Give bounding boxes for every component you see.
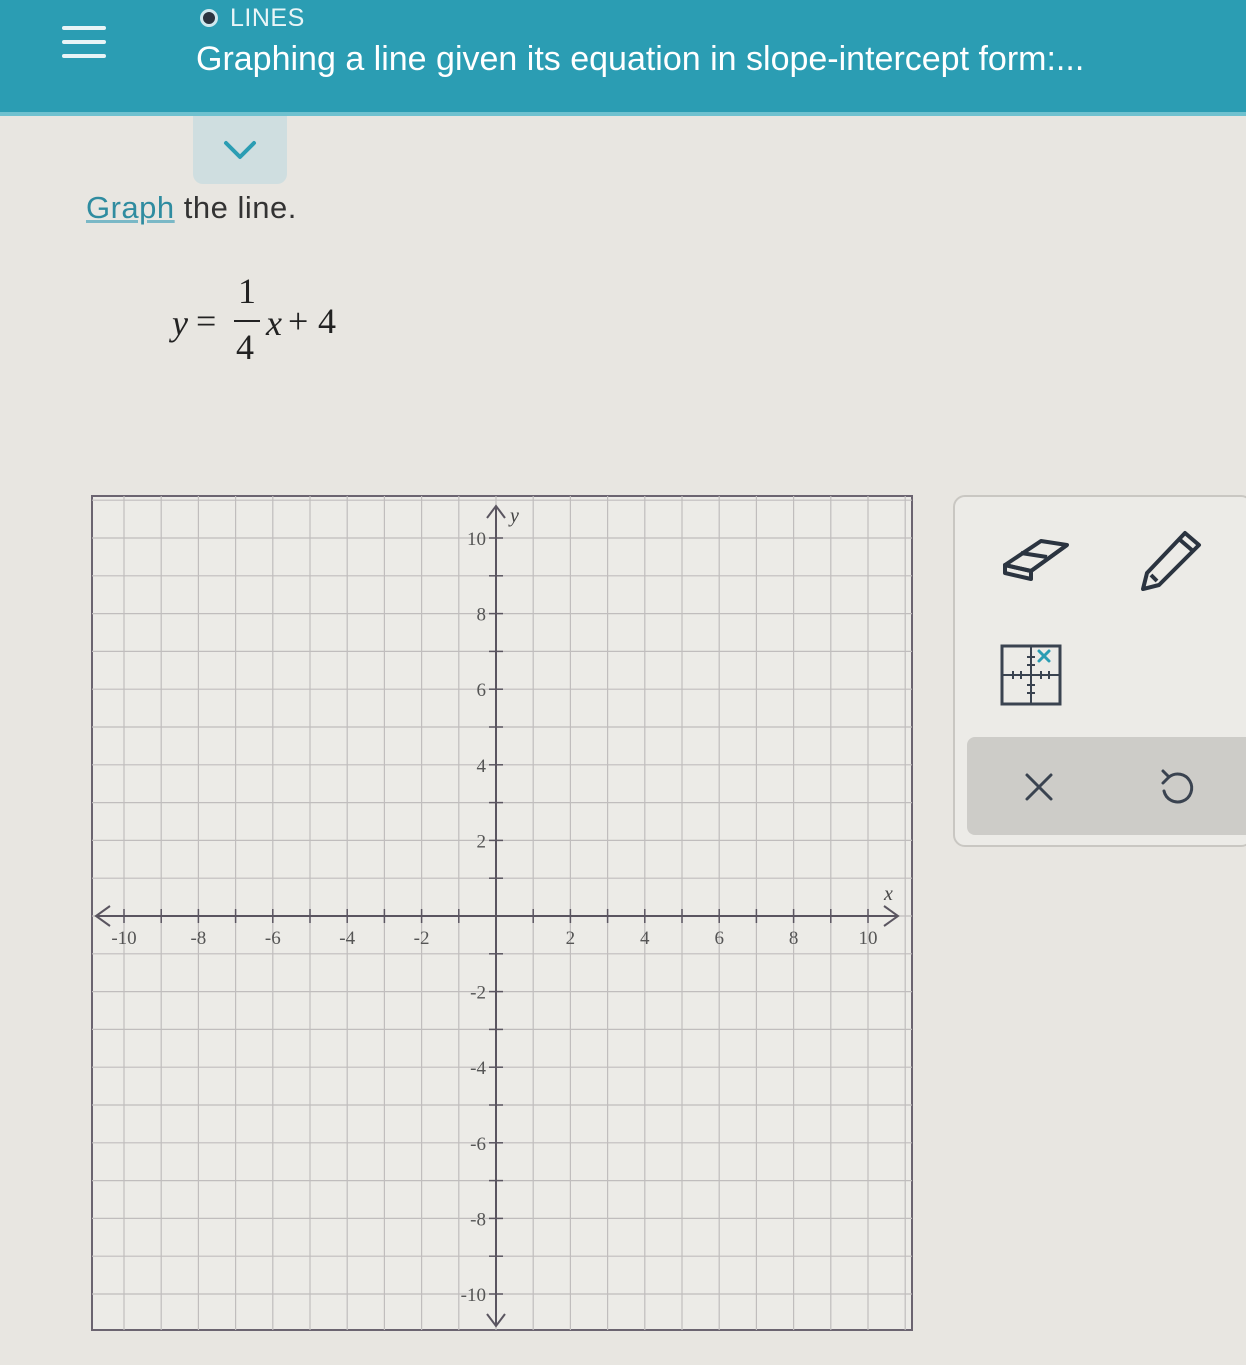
x-tick-label: 10: [859, 928, 878, 949]
topic-status-dot: [200, 9, 218, 27]
prompt-text: the line.: [174, 190, 297, 225]
y-tick-label: -8: [470, 1209, 486, 1230]
topic-label: LINES: [230, 3, 305, 32]
y-tick-label: 8: [477, 605, 487, 626]
y-tick-label: -6: [470, 1134, 486, 1155]
menu-icon[interactable]: [62, 26, 106, 62]
y-tick-label: 4: [477, 756, 487, 777]
x-axis-label: x: [883, 883, 893, 905]
pencil-tool-button[interactable]: [1137, 523, 1207, 598]
equation-variable: x: [266, 303, 282, 343]
y-tick-label: 2: [477, 831, 487, 852]
chevron-down-icon: [224, 141, 256, 159]
y-tick-label: 6: [477, 680, 487, 701]
point-grid-icon: [1000, 644, 1062, 706]
point-tool-button[interactable]: [999, 643, 1063, 712]
eraser-tool-button[interactable]: [1001, 529, 1073, 590]
topic-breadcrumb: LINES: [200, 4, 305, 32]
undo-button[interactable]: [1155, 765, 1199, 809]
header-bar: LINES Graphing a line given its equation…: [0, 0, 1246, 116]
x-tick-label: -10: [111, 928, 136, 949]
x-tick-label: -8: [190, 928, 206, 949]
equation-equals: =: [196, 301, 217, 341]
equation-numerator: 1: [238, 271, 256, 311]
question-prompt: Graph the line.: [86, 190, 297, 226]
y-tick-label: -10: [461, 1285, 486, 1306]
graph-area[interactable]: -10 -8 -6 -4 -2 2 4 6 8 10 10 8 6 4 2 -2 -4 -6 -8 -10 x y: [84, 492, 918, 1334]
x-tick-label: 4: [640, 928, 650, 949]
coordinate-plane[interactable]: -10 -8 -6 -4 -2 2 4 6 8 10 10 8 6 4 2 -2 -4 -6 -8 -10 x y: [84, 492, 918, 1334]
x-tick-label: 8: [789, 928, 799, 949]
action-toolbar: [967, 737, 1246, 835]
x-tick-label: 6: [714, 928, 724, 949]
y-tick-label: -2: [470, 983, 486, 1004]
x-tick-label: -4: [339, 928, 355, 949]
graph-tools-panel: [953, 495, 1246, 847]
page-title: Graphing a line given its equation in sl…: [196, 40, 1085, 78]
fraction-bar: [234, 320, 260, 322]
equation-denominator: 4: [236, 327, 254, 367]
x-tick-label: -6: [265, 928, 281, 949]
x-tick-label: -2: [414, 928, 430, 949]
eraser-icon: [1003, 539, 1069, 581]
equation-plus: +: [288, 301, 309, 341]
graph-glossary-link[interactable]: Graph: [86, 190, 175, 225]
y-axis-label: y: [508, 505, 519, 527]
collapse-toggle-button[interactable]: [193, 116, 287, 184]
undo-icon: [1161, 769, 1194, 804]
y-tick-label: 10: [467, 529, 486, 550]
pencil-icon: [1141, 531, 1201, 591]
equation-constant: 4: [318, 301, 336, 341]
clear-button[interactable]: [1019, 767, 1059, 807]
x-tick-label: 2: [566, 928, 576, 949]
graph-border: [91, 495, 913, 1331]
clear-icon: [1025, 773, 1053, 801]
y-tick-label: -4: [470, 1058, 486, 1079]
equation-lhs: y: [172, 303, 188, 343]
